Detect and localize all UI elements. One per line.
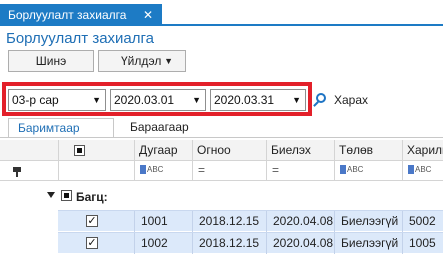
filter-cell[interactable] [58,161,134,181]
row-checkbox[interactable]: ✓ [86,215,98,227]
chevron-down-icon: ▼ [164,56,173,66]
document-tab-label: Борлуулалт захиалга [8,8,127,22]
chevron-down-icon: ▼ [192,95,201,105]
row-checkbox[interactable]: ✓ [86,237,98,249]
tab-by-item[interactable]: Бараагаар [116,118,216,138]
search-icon [316,93,326,103]
view-button-label: Харах [334,93,369,107]
equals-filter-icon: = [272,163,280,177]
header-due[interactable]: Биелэх [266,140,334,161]
group-checkbox[interactable] [61,190,72,201]
equals-filter-icon: = [198,163,206,177]
cell-due: 2020.04.08 [266,233,334,254]
date-from-select[interactable]: 2020.03.01 ▼ [110,89,206,111]
header-select-col [58,140,134,161]
month-select-value: 03-р сар [12,93,59,107]
page-title: Борлуулалт захиалга [6,30,155,47]
new-button[interactable]: Шинэ [8,50,94,72]
text-filter-icon: ABC [340,165,363,174]
filter-icon [13,167,21,177]
cell-date: 2018.12.15 [192,211,266,232]
table-row[interactable]: ✓ 1001 2018.12.15 2020.04.08 Биелээгүй 5… [58,210,443,232]
table-row[interactable]: ✓ 1002 2018.12.15 2020.04.08 Биелээгүй 1… [58,232,443,254]
tab-by-document[interactable]: Баримтаар [8,118,114,138]
close-icon[interactable]: ✕ [143,4,153,26]
cell-date: 2018.12.15 [192,233,266,254]
chevron-down-icon: ▼ [92,95,101,105]
cell-due: 2020.04.08 [266,211,334,232]
cell-status: Биелээгүй [334,211,402,232]
chevron-down-icon: ▼ [292,95,301,105]
collapse-triangle-icon[interactable] [47,192,55,198]
cell-partner: 1005 [402,233,443,254]
document-tab[interactable]: Борлуулалт захиалга ✕ [0,4,162,26]
date-from-value: 2020.03.01 [114,93,175,107]
text-filter-icon: ABC [140,165,163,174]
text-filter-icon: ABC [408,165,431,174]
header-status[interactable]: Төлөв [334,140,402,161]
cell-partner: 5002 [402,211,443,232]
header-partner[interactable]: Харилц [402,140,443,161]
cell-number: 1001 [134,211,192,232]
date-to-value: 2020.03.31 [214,93,275,107]
cell-number: 1002 [134,233,192,254]
view-button[interactable]: Харах [314,89,368,111]
header-date[interactable]: Огноо [192,140,266,161]
action-button-label: Үйлдэл [121,54,162,68]
date-to-select[interactable]: 2020.03.31 ▼ [210,89,306,111]
action-dropdown-button[interactable]: Үйлдэл ▼ [98,50,186,72]
month-select[interactable]: 03-р сар ▼ [8,89,106,111]
header-number[interactable]: Дугаар [134,140,192,161]
cell-status: Биелээгүй [334,233,402,254]
group-label: Багц: [76,190,108,204]
